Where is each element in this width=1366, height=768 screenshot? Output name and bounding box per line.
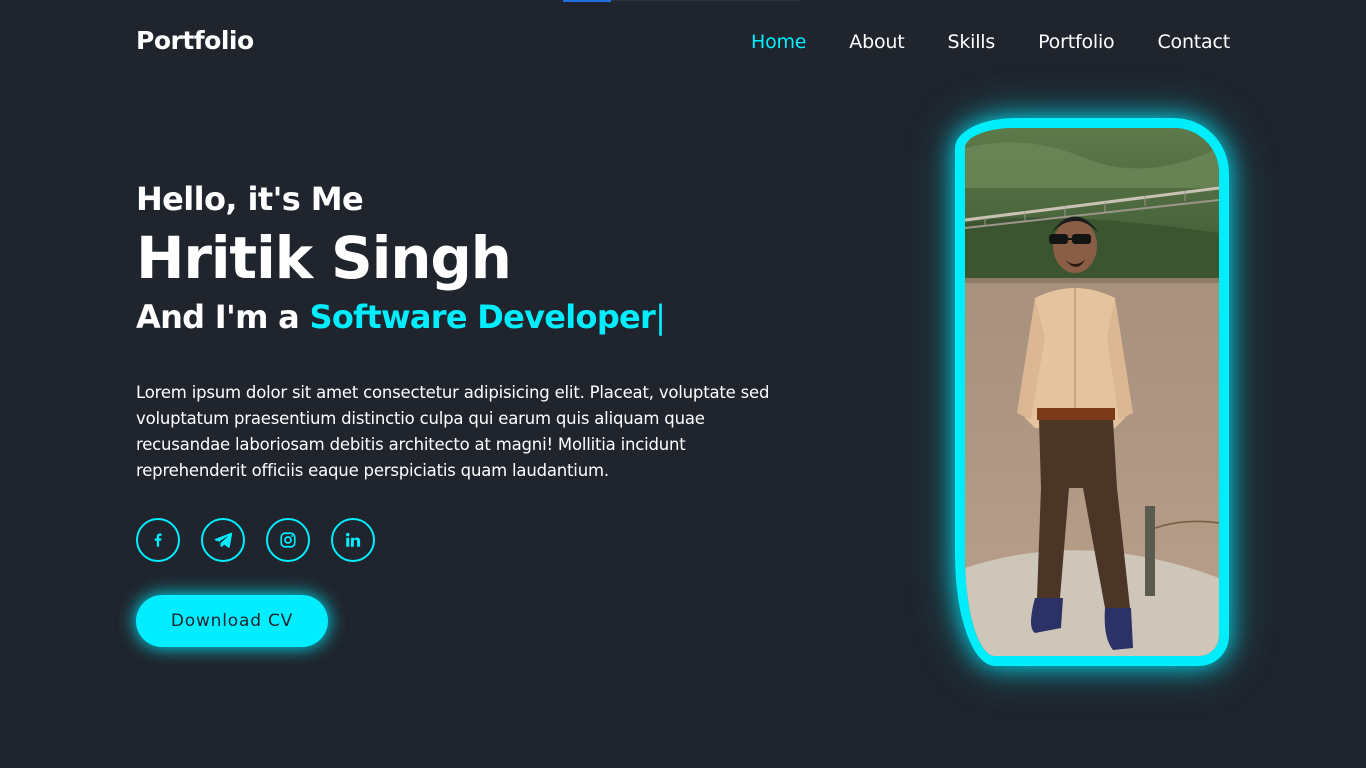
facebook-icon	[154, 533, 162, 547]
typing-cursor: |	[655, 297, 666, 336]
hero-name: Hritik Singh	[136, 224, 512, 292]
role-prefix: And I'm a	[136, 297, 310, 336]
social-links	[136, 517, 816, 562]
hero-role-line: And I'm a Software Developer|	[136, 298, 816, 336]
main-nav: Home About Skills Portfolio Contact	[751, 31, 1230, 53]
instagram-link[interactable]	[266, 517, 310, 562]
hero-greeting: Hello, it's Me	[136, 180, 364, 218]
telegram-icon	[214, 532, 233, 548]
logo[interactable]: Portfolio	[136, 26, 254, 55]
nav-skills[interactable]: Skills	[947, 31, 995, 53]
nav-portfolio[interactable]: Portfolio	[1038, 31, 1115, 53]
nav-home[interactable]: Home	[751, 31, 807, 53]
site-header: Portfolio Home About Skills Portfolio Co…	[0, 0, 1366, 86]
hero-description: Lorem ipsum dolor sit amet consectetur a…	[136, 382, 770, 480]
download-cv-button[interactable]: Download CV	[136, 594, 328, 647]
facebook-link[interactable]	[136, 517, 180, 562]
linkedin-link[interactable]	[331, 517, 375, 562]
profile-photo-frame	[955, 118, 1229, 666]
role-text: Software Developer	[309, 297, 656, 336]
nav-about[interactable]: About	[849, 31, 904, 53]
hero-section: Hello, it's Me Hritik Singh And I'm a So…	[136, 180, 816, 647]
instagram-icon	[280, 532, 296, 548]
telegram-link[interactable]	[201, 517, 245, 562]
nav-contact[interactable]: Contact	[1157, 31, 1230, 53]
linkedin-icon	[346, 532, 361, 547]
profile-photo	[965, 128, 1219, 656]
